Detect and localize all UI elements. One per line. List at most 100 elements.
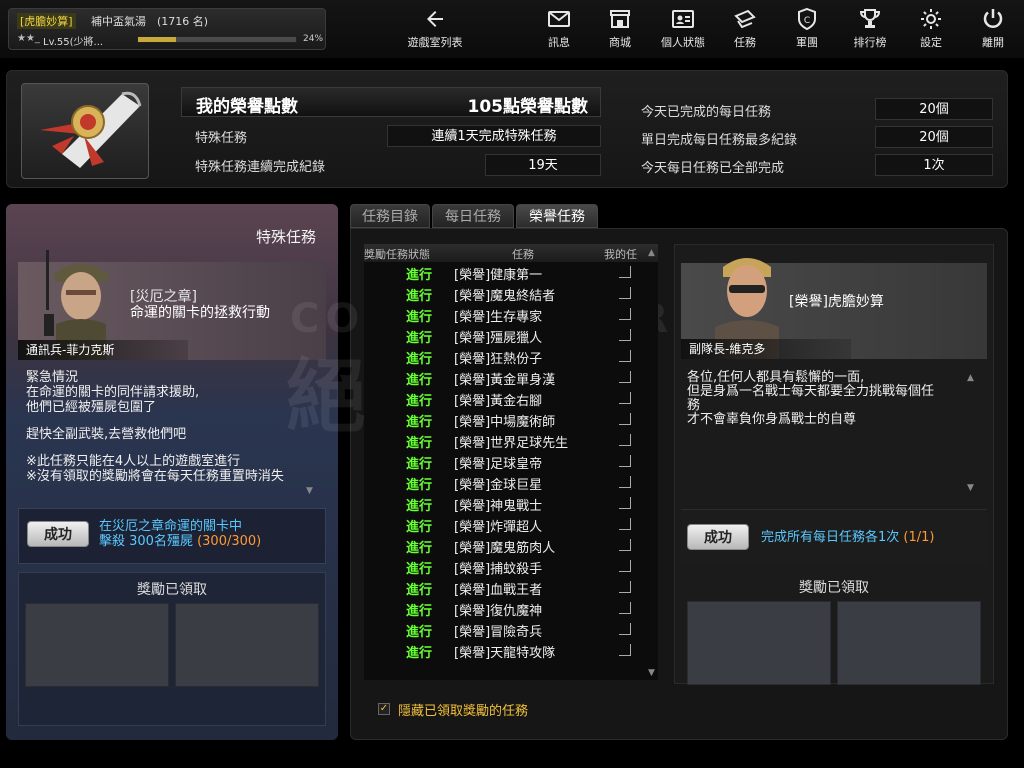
success-button[interactable]: 成功 [687, 524, 749, 550]
mission-checkbox[interactable] [619, 518, 631, 530]
mission-checkbox[interactable] [619, 581, 631, 593]
tab-honor[interactable]: 榮譽任務 [516, 204, 598, 228]
mission-row[interactable]: 進行 [榮譽]健康第一 [364, 262, 646, 283]
mission-checkbox[interactable] [619, 455, 631, 467]
mission-row[interactable]: 進行 [榮譽]黃金右腳 [364, 388, 646, 409]
mission-row[interactable]: 進行 [榮譽]中場魔術師 [364, 409, 646, 430]
mission-row[interactable]: 進行 [榮譽]復仇魔神 [364, 598, 646, 619]
mission-checkbox[interactable] [619, 476, 631, 488]
mission-checkbox[interactable] [619, 560, 631, 572]
mission-name: [榮譽]世界足球先生 [454, 436, 569, 451]
goal-line: 完成所有每日任務各1次 [761, 530, 900, 545]
daily-all-label: 今天每日任務已全部完成 [641, 161, 785, 176]
tab-mission-list[interactable]: 任務目錄 [350, 204, 430, 228]
goal-line: 在災厄之章命運的關卡中 [99, 519, 243, 534]
hide-claimed-label[interactable]: 隱藏已領取獎勵的任務 [398, 700, 528, 719]
nav-settings-button[interactable]: 設定 [908, 4, 954, 54]
nav-back-button[interactable]: 遊戲室列表 [400, 4, 470, 54]
special-mission-title: 特殊任務 [255, 228, 316, 246]
xp-percent: 24% [303, 34, 324, 44]
mission-checkbox[interactable] [619, 497, 631, 509]
power-icon [970, 4, 1016, 34]
nav-shop-button[interactable]: 商城 [597, 4, 643, 54]
nav-profile-button[interactable]: 個人狀態 [655, 4, 711, 54]
reward-slot[interactable] [175, 603, 319, 687]
mission-row[interactable]: 進行 [榮譽]冒險奇兵 [364, 619, 646, 640]
mission-row[interactable]: 進行 [榮譽]足球皇帝 [364, 451, 646, 472]
mission-checkbox[interactable] [619, 392, 631, 404]
honor-stats-panel: 我的榮譽點數 105點榮譽點數 特殊任務 連續1天完成特殊任務 特殊任務連續完成… [6, 70, 1008, 188]
desc-line: 務 [687, 398, 701, 413]
mission-checkbox[interactable] [619, 623, 631, 635]
hide-claimed-checkbox[interactable]: ✓ [378, 703, 390, 715]
mission-row[interactable]: 進行 [榮譽]生存專家 [364, 304, 646, 325]
mission-checkbox[interactable] [619, 644, 631, 656]
nav-message-button[interactable]: 訊息 [536, 4, 582, 54]
desc-line: 趕快全副武裝,去營救他們吧 [26, 427, 187, 442]
mission-status: 進行 [406, 457, 433, 472]
scroll-down-icon[interactable]: ▼ [306, 486, 313, 496]
mission-checkbox[interactable] [619, 287, 631, 299]
mission-status: 進行 [406, 436, 433, 451]
mission-row[interactable]: 進行 [榮譽]世界足球先生 [364, 430, 646, 451]
mission-checkbox[interactable] [619, 539, 631, 551]
mission-name: [榮譽]神鬼戰士 [454, 499, 543, 514]
nav-settings-label: 設定 [920, 36, 942, 49]
mission-row[interactable]: 進行 [榮譽]魔鬼筋肉人 [364, 535, 646, 556]
scroll-up-icon[interactable]: ▲ [648, 248, 655, 258]
honor-detail-panel: [榮譽]虎膽妙算 副隊長-維克多 各位,任何人都具有鬆懈的一面, 但是身爲一名戰… [674, 244, 994, 685]
goal-line: 擊殺 300名殭屍 [99, 534, 193, 549]
mission-status: 進行 [406, 520, 433, 535]
nav-corps-label: 軍團 [796, 36, 818, 49]
mission-status: 進行 [406, 499, 433, 514]
reward-slot[interactable] [25, 603, 169, 687]
mission-row[interactable]: 進行 [榮譽]炸彈超人 [364, 514, 646, 535]
mission-row[interactable]: 進行 [榮譽]魔鬼終結者 [364, 283, 646, 304]
mission-row[interactable]: 進行 [榮譽]金球巨星 [364, 472, 646, 493]
mission-row[interactable]: 進行 [榮譽]天龍特攻隊 [364, 640, 646, 661]
reward-slot[interactable] [837, 601, 981, 685]
scroll-down-icon[interactable]: ▼ [648, 668, 655, 678]
mission-row[interactable]: 進行 [榮譽]神鬼戰士 [364, 493, 646, 514]
player-level: Lv.55(少將... [43, 37, 104, 48]
tab-daily[interactable]: 每日任務 [432, 204, 514, 228]
mission-checkbox[interactable] [619, 434, 631, 446]
mission-checkbox[interactable] [619, 266, 631, 278]
honor-points-title: 我的榮譽點數 105點榮譽點數 [181, 87, 601, 117]
success-button[interactable]: 成功 [27, 521, 89, 547]
nav-shop-label: 商城 [609, 36, 631, 49]
nav-corps-button[interactable]: C 軍團 [784, 4, 830, 54]
col-mission-header: 任務 [512, 248, 534, 261]
reward-slot[interactable] [687, 601, 831, 685]
mission-status: 進行 [406, 310, 433, 325]
player-count: (1716 名) [157, 15, 209, 28]
mission-row[interactable]: 進行 [榮譽]黃金單身漢 [364, 367, 646, 388]
mission-name: [榮譽]黃金單身漢 [454, 373, 556, 388]
player-info[interactable]: [虎膽妙算] 補中盃氣湯 (1716 名) ★★_ Lv.55(少將... 24… [8, 8, 326, 50]
nav-ranking-button[interactable]: 排行榜 [845, 4, 895, 54]
scroll-up-icon[interactable]: ▲ [967, 373, 974, 383]
scroll-down-icon[interactable]: ▼ [967, 483, 974, 493]
mission-checkbox[interactable] [619, 308, 631, 320]
xp-bar [137, 36, 297, 43]
desc-line: ※沒有領取的獎勵將會在每天任務重置時消失 [26, 469, 284, 484]
mission-checkbox[interactable] [619, 350, 631, 362]
reward-box: 獎勵已領取 [681, 571, 987, 685]
goal-text: 完成所有每日任務各1次 (1/1) [761, 530, 935, 545]
desc-line: 各位,任何人都具有鬆懈的一面, [687, 370, 865, 385]
mission-row[interactable]: 進行 [榮譽]狂熱份子 [364, 346, 646, 367]
nav-mission-button[interactable]: 任務 [722, 4, 768, 54]
mission-checkbox[interactable] [619, 371, 631, 383]
mission-row[interactable]: 進行 [榮譽]捕蚊殺手 [364, 556, 646, 577]
mission-row[interactable]: 進行 [榮譽]血戰王者 [364, 577, 646, 598]
nav-exit-button[interactable]: 離開 [970, 4, 1016, 54]
mission-row[interactable]: 進行 [榮譽]殭屍獵人 [364, 325, 646, 346]
mission-checkbox[interactable] [619, 413, 631, 425]
mission-checkbox[interactable] [619, 329, 631, 341]
xp-bar-fill [138, 37, 176, 42]
honor-points-value: 105點榮譽點數 [467, 97, 589, 117]
goal-text: 在災厄之章命運的關卡中 擊殺 300名殭屍 (300/300) [99, 519, 261, 549]
mission-status: 進行 [406, 583, 433, 598]
mission-checkbox[interactable] [619, 602, 631, 614]
mission-name: [榮譽]殭屍獵人 [454, 331, 543, 346]
